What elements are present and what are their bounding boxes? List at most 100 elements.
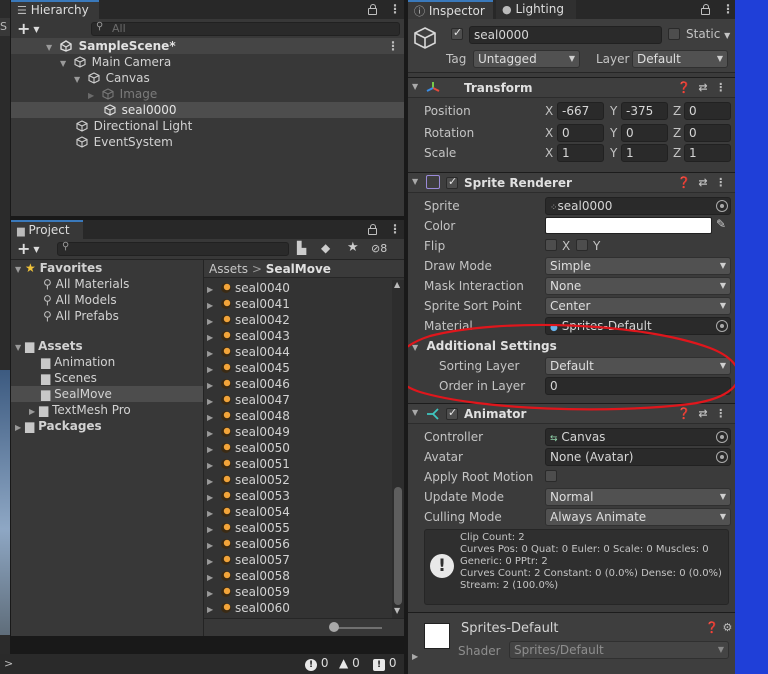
tab-lighting[interactable]: ● Lighting <box>496 0 576 19</box>
file-list-item[interactable]: ▶ seal0052 <box>204 472 392 488</box>
rotation-z-field[interactable]: 0 <box>684 124 731 142</box>
lock-icon[interactable] <box>368 4 377 15</box>
scale-y-field[interactable]: 1 <box>621 144 668 162</box>
hidden-packages-icon[interactable]: ⊘8 <box>371 242 387 255</box>
object-active-checkbox[interactable] <box>451 26 463 40</box>
controller-field[interactable]: ⇆ Canvas <box>545 428 731 446</box>
file-list-item[interactable]: ▶ seal0042 <box>204 312 392 328</box>
material-header-icons[interactable]: ❓ ⚙ <box>705 621 732 634</box>
file-list-item[interactable]: ▶ seal0053 <box>204 488 392 504</box>
hierarchy-item-directional-light[interactable]: Directional Light <box>11 118 404 134</box>
more-options-icon[interactable]: ⋮ <box>389 222 401 236</box>
scale-z-field[interactable]: 1 <box>684 144 731 162</box>
position-y-field[interactable]: -375 <box>621 102 668 120</box>
static-checkbox[interactable] <box>668 28 680 40</box>
flip-y-checkbox[interactable] <box>576 239 588 251</box>
hierarchy-item-main-camera[interactable]: ▼ Main Camera <box>11 54 404 70</box>
favorite-star-icon[interactable]: ★ <box>347 240 359 255</box>
tree-sealmove[interactable]: ▆ SealMove <box>11 386 203 402</box>
component-header-icons[interactable]: ❓ ⇄ ⋮ <box>677 81 726 94</box>
tag-dropdown[interactable]: Untagged ▼ <box>473 50 580 68</box>
component-header-icons[interactable]: ❓ ⇄ ⋮ <box>677 176 726 189</box>
object-picker-icon[interactable] <box>716 431 728 443</box>
hierarchy-item-seal0000[interactable]: seal0000 <box>11 102 404 118</box>
tab-inspector[interactable]: ⓘ Inspector <box>408 0 493 19</box>
file-list-item[interactable]: ▶ seal0048 <box>204 408 392 424</box>
mask-interaction-dropdown[interactable]: None ▼ <box>545 277 731 295</box>
file-list-item[interactable]: ▶ seal0040 <box>204 280 392 296</box>
more-options-icon[interactable]: ⋮ <box>722 2 734 16</box>
hierarchy-search-input[interactable]: ⚲ All <box>91 21 400 36</box>
file-list-item[interactable]: ▶ seal0059 <box>204 584 392 600</box>
scale-x-field[interactable]: 1 <box>557 144 604 162</box>
object-name-field[interactable]: seal0000 <box>469 26 662 44</box>
hierarchy-item-canvas[interactable]: ▼ Canvas <box>11 70 404 86</box>
file-list-item[interactable]: ▶ seal0047 <box>204 392 392 408</box>
scroll-down-arrow-icon[interactable]: ▼ <box>394 606 400 615</box>
file-list-item[interactable]: ▶ seal0054 <box>204 504 392 520</box>
object-picker-icon[interactable] <box>716 200 728 212</box>
tree-favorites[interactable]: ▼ ★ Favorites <box>11 260 203 276</box>
lock-icon[interactable] <box>368 224 377 235</box>
tree-scenes[interactable]: ▆ Scenes <box>11 370 203 386</box>
update-mode-dropdown[interactable]: Normal ▼ <box>545 488 731 506</box>
filter-by-label-icon[interactable]: ◆ <box>321 241 330 255</box>
culling-mode-dropdown[interactable]: Always Animate ▼ <box>545 508 731 526</box>
error-count[interactable]: ! 0 <box>305 656 328 671</box>
color-swatch[interactable] <box>545 217 712 234</box>
hierarchy-item-scene[interactable]: ▼ SampleScene* ⋮ <box>11 38 404 54</box>
create-asset-button[interactable]: + ▼ <box>17 239 40 258</box>
file-list-item[interactable]: ▶ seal0058 <box>204 568 392 584</box>
position-x-field[interactable]: -667 <box>557 102 604 120</box>
file-list-item[interactable]: ▶ seal0057 <box>204 552 392 568</box>
transform-header[interactable]: ▼ Transform ❓ ⇄ ⋮ <box>408 77 735 98</box>
static-dropdown[interactable]: Static ▼ <box>686 27 730 41</box>
file-list-item[interactable]: ▶ seal0056 <box>204 536 392 552</box>
tree-textmesh-pro[interactable]: ▶ ▆ TextMesh Pro <box>11 402 203 418</box>
tab-hierarchy[interactable]: ☰ Hierarchy <box>11 0 99 19</box>
draw-mode-dropdown[interactable]: Simple ▼ <box>545 257 731 275</box>
scene-options-icon[interactable]: ⋮ <box>387 38 399 54</box>
tree-all-models[interactable]: ⚲ All Models <box>11 292 203 308</box>
sprite-renderer-header[interactable]: ▼ Sprite Renderer ❓ ⇄ ⋮ <box>408 172 735 193</box>
file-list-item[interactable]: ▶ seal0045 <box>204 360 392 376</box>
sprite-sort-point-dropdown[interactable]: Center ▼ <box>545 297 731 315</box>
info-count[interactable]: ! 0 <box>373 656 396 671</box>
layer-dropdown[interactable]: Default ▼ <box>632 50 728 68</box>
avatar-field[interactable]: None (Avatar) <box>545 448 731 466</box>
tree-packages[interactable]: ▶ ▆ Packages <box>11 418 203 434</box>
scrollbar-thumb[interactable] <box>394 487 402 605</box>
eyedropper-icon[interactable]: ✎ <box>716 217 726 231</box>
file-list-item[interactable]: ▶ seal0044 <box>204 344 392 360</box>
file-list-item[interactable]: ▶ seal0050 <box>204 440 392 456</box>
tree-all-prefabs[interactable]: ⚲ All Prefabs <box>11 308 203 324</box>
position-z-field[interactable]: 0 <box>684 102 731 120</box>
hierarchy-item-eventsystem[interactable]: EventSystem <box>11 134 404 150</box>
tree-all-materials[interactable]: ⚲ All Materials <box>11 276 203 292</box>
add-object-button[interactable]: + ▼ <box>17 19 40 38</box>
filter-by-type-icon[interactable]: ▙ <box>297 241 306 255</box>
file-list-item[interactable]: ▶ seal0060 <box>204 600 392 616</box>
project-search-input[interactable]: ⚲ <box>57 241 289 256</box>
apply-root-motion-checkbox[interactable] <box>545 470 557 482</box>
flip-x-checkbox[interactable] <box>545 239 557 251</box>
warning-count[interactable]: ▲ 0 <box>339 656 360 670</box>
file-list-item[interactable]: ▶ seal0055 <box>204 520 392 536</box>
lock-icon[interactable] <box>701 4 710 15</box>
more-options-icon[interactable]: ⋮ <box>389 2 401 16</box>
file-list-item[interactable]: ▶ seal0046 <box>204 376 392 392</box>
tree-assets[interactable]: ▼ ▆ Assets <box>11 338 203 354</box>
scroll-up-arrow-icon[interactable]: ▲ <box>394 280 400 289</box>
tree-animation[interactable]: ▆ Animation <box>11 354 203 370</box>
file-list-item[interactable]: ▶ seal0051 <box>204 456 392 472</box>
icon-size-slider[interactable] <box>332 627 382 629</box>
rotation-y-field[interactable]: 0 <box>621 124 668 142</box>
shader-dropdown[interactable]: Sprites/Default ▼ <box>509 641 729 659</box>
file-list-item[interactable]: ▶ seal0049 <box>204 424 392 440</box>
expand-arrow-icon[interactable]: ▶ <box>412 652 418 661</box>
hierarchy-item-image[interactable]: ▶ Image <box>11 86 404 102</box>
object-picker-icon[interactable] <box>716 451 728 463</box>
file-list-item[interactable]: ▶ seal0043 <box>204 328 392 344</box>
sprite-renderer-enabled-checkbox[interactable] <box>446 175 458 189</box>
rotation-x-field[interactable]: 0 <box>557 124 604 142</box>
